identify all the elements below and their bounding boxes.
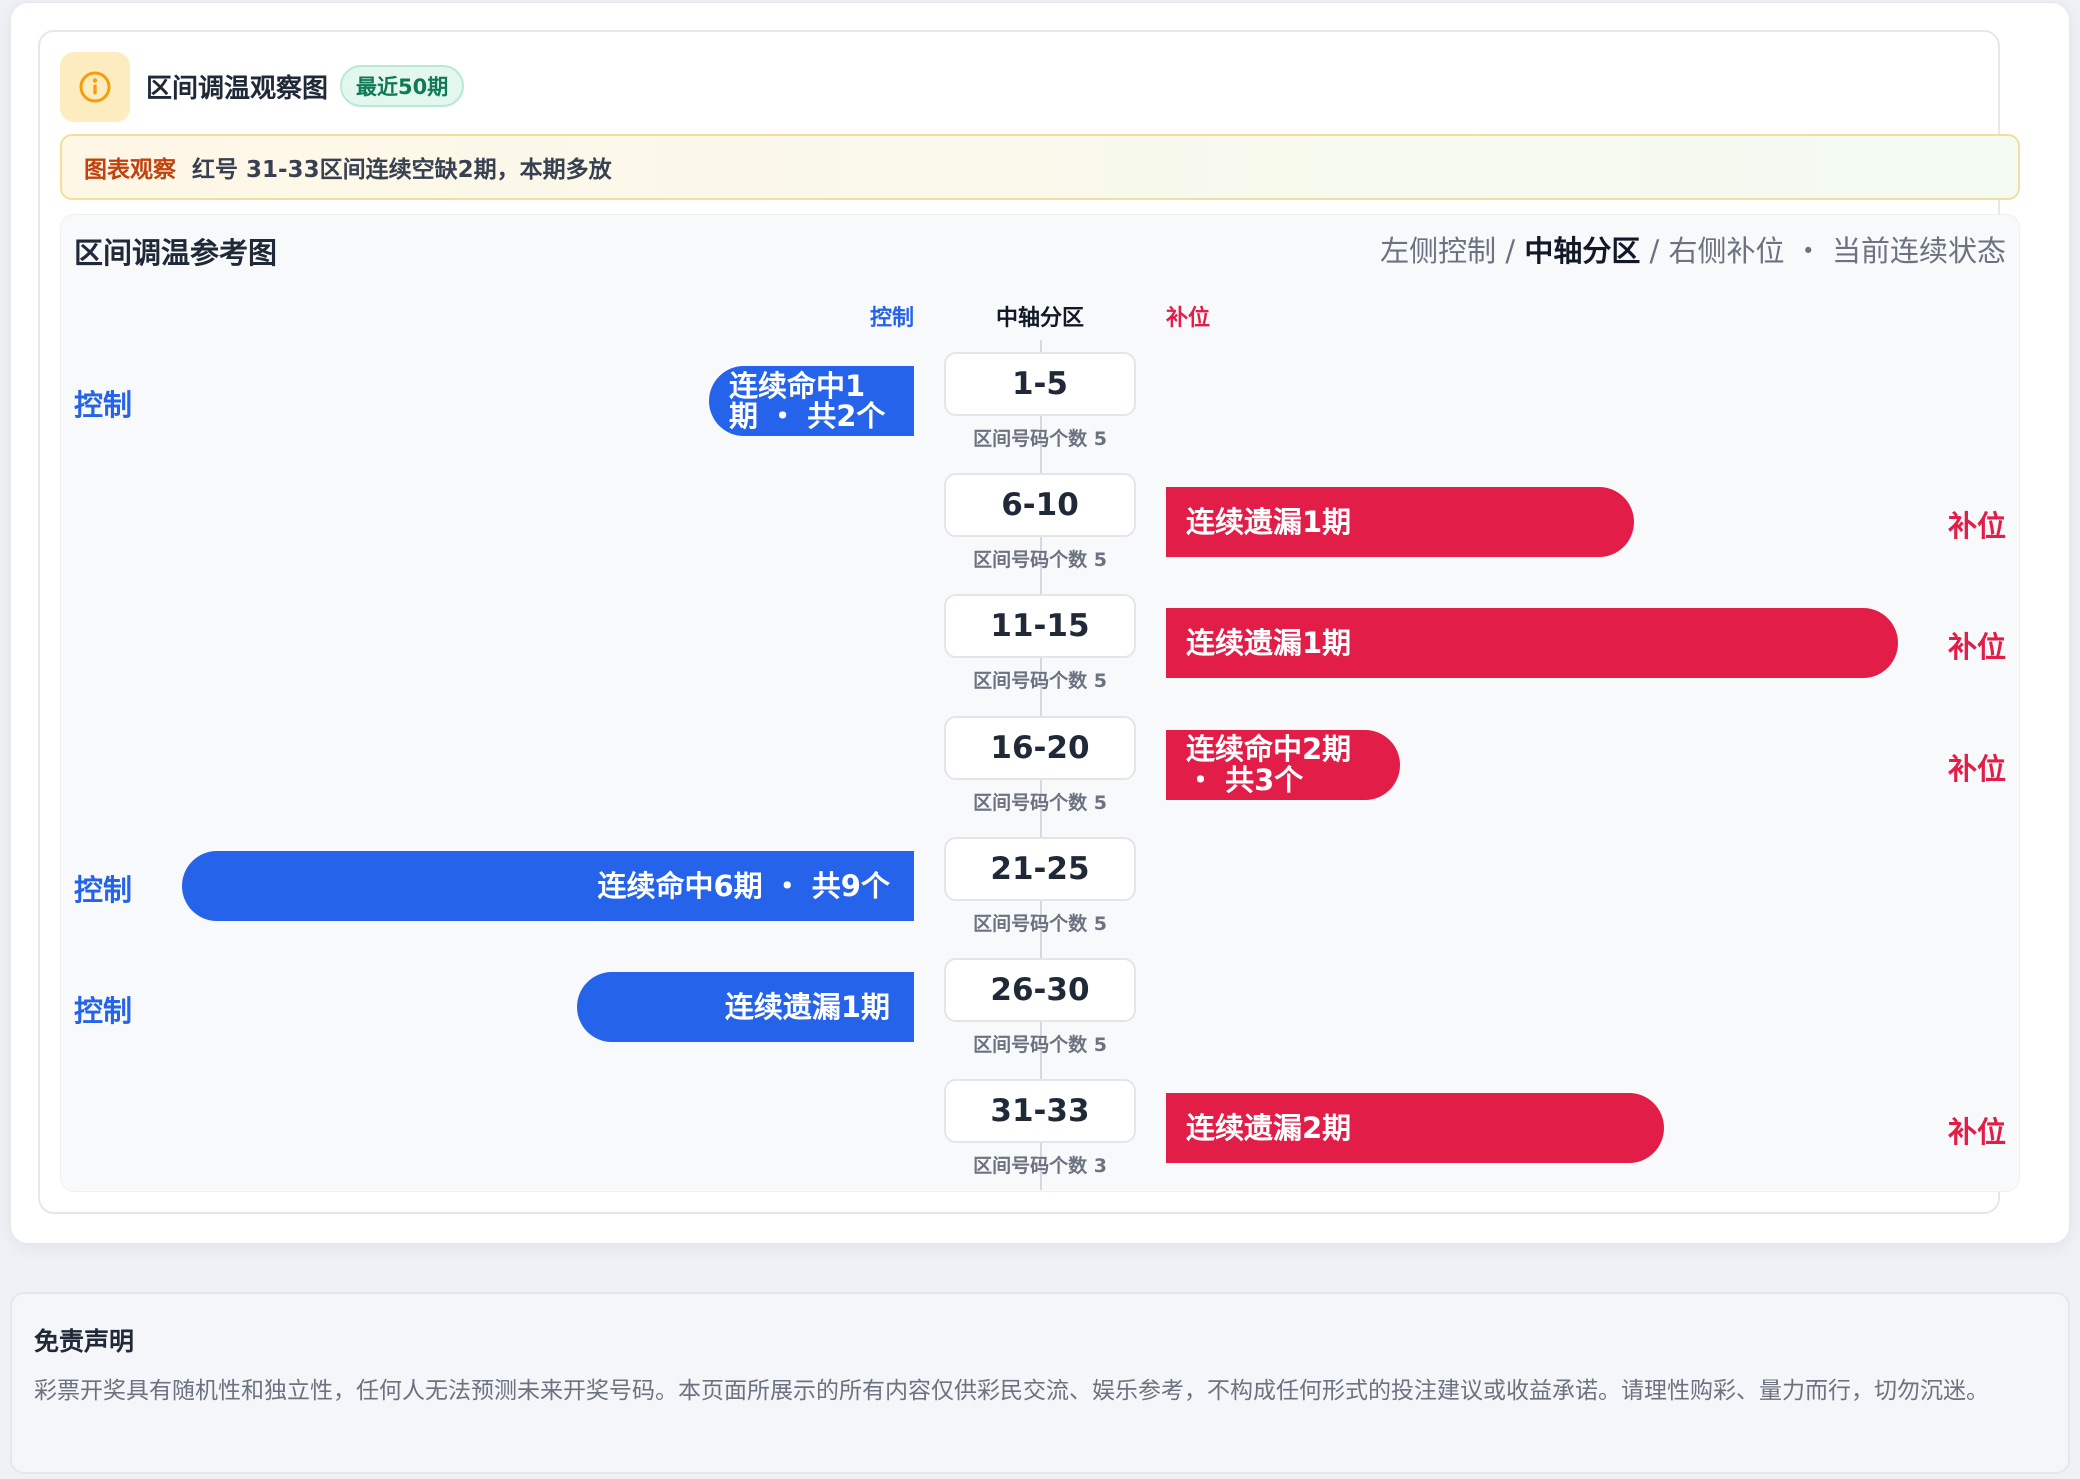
zone-label: 11-15 — [944, 594, 1136, 659]
side-label-fill: 补位 — [1947, 751, 2006, 786]
observation-label: 图表观察 — [84, 157, 176, 183]
side-label-fill: 补位 — [1947, 1115, 2006, 1150]
bar-label: 连续遗漏1期 — [724, 989, 890, 1024]
legend-part-3: / 右侧补位 ・ 当前连续状态 — [1640, 234, 2006, 268]
zone-count: 区间号码个数 5 — [973, 1034, 1107, 1056]
bar-label: 连续命中2期 ・ 共3个 — [1186, 732, 1352, 797]
zone-label: 6-10 — [944, 473, 1136, 538]
observation-text: 红号 31-33区间连续空缺2期，本期多放 — [192, 157, 612, 183]
fill-bar: 连续遗漏1期 — [1166, 487, 1634, 558]
control-bar: 连续遗漏1期 — [577, 972, 914, 1042]
col-head-center: 中轴分区 — [996, 306, 1085, 331]
observation-banner: 图表观察 红号 31-33区间连续空缺2期，本期多放 — [60, 134, 2020, 200]
side-label-control: 控制 — [74, 388, 133, 422]
control-bar: 连续命中6期 ・ 共9个 — [182, 850, 914, 921]
disclaimer-text: 彩票开奖具有随机性和独立性，任何人无法预测未来开奖号码。本页面所展示的所有内容仅… — [34, 1378, 1989, 1404]
fill-bar: 连续遗漏2期 — [1166, 1093, 1664, 1164]
period-badge: 最近50期 — [340, 65, 465, 107]
disclaimer-title: 免责声明 — [34, 1327, 135, 1356]
zone-count: 区间号码个数 5 — [973, 791, 1107, 814]
col-head-fill: 补位 — [1166, 306, 1211, 331]
legend-part-1: 左侧控制 / — [1380, 234, 1525, 268]
zone-count: 区间号码个数 5 — [973, 428, 1107, 450]
chart-title: 区间调温参考图 — [74, 236, 278, 270]
col-head-control: 控制 — [870, 306, 915, 331]
zone-label: 16-20 — [944, 715, 1136, 780]
side-label-fill: 补位 — [1947, 509, 2006, 544]
side-label-control: 控制 — [74, 872, 133, 907]
control-bar: 连续命中1期 ・ 共2个 — [709, 366, 914, 436]
zone-label: 21-25 — [944, 836, 1136, 901]
bar-label: 连续命中6期 ・ 共9个 — [597, 868, 890, 903]
bar-label: 连续遗漏2期 — [1186, 1110, 1352, 1145]
bar-label: 连续遗漏1期 — [1186, 504, 1352, 539]
fill-bar: 连续遗漏1期 — [1166, 608, 1898, 679]
side-label-fill: 补位 — [1947, 630, 2006, 665]
zone-label: 31-33 — [944, 1079, 1136, 1144]
chart-legend: 左侧控制 / 中轴分区 / 右侧补位 ・ 当前连续状态 — [1380, 228, 2006, 270]
legend-part-2: 中轴分区 — [1524, 234, 1641, 268]
zone-count: 区间号码个数 5 — [973, 670, 1107, 693]
side-label-control: 控制 — [74, 994, 133, 1028]
bar-label: 连续遗漏1期 — [1186, 626, 1352, 661]
info-icon — [60, 52, 130, 122]
bar-label: 连续命中1期 ・ 共2个 — [729, 368, 886, 433]
zone-count: 区间号码个数 5 — [973, 912, 1107, 935]
fill-bar: 连续命中2期 ・ 共3个 — [1166, 729, 1400, 800]
zone-count: 区间号码个数 5 — [973, 549, 1107, 572]
zone-label: 1-5 — [944, 352, 1136, 416]
zone-count: 区间号码个数 3 — [973, 1155, 1107, 1178]
page-title: 区间调温观察图 — [146, 74, 329, 104]
zone-label: 26-30 — [944, 958, 1136, 1022]
